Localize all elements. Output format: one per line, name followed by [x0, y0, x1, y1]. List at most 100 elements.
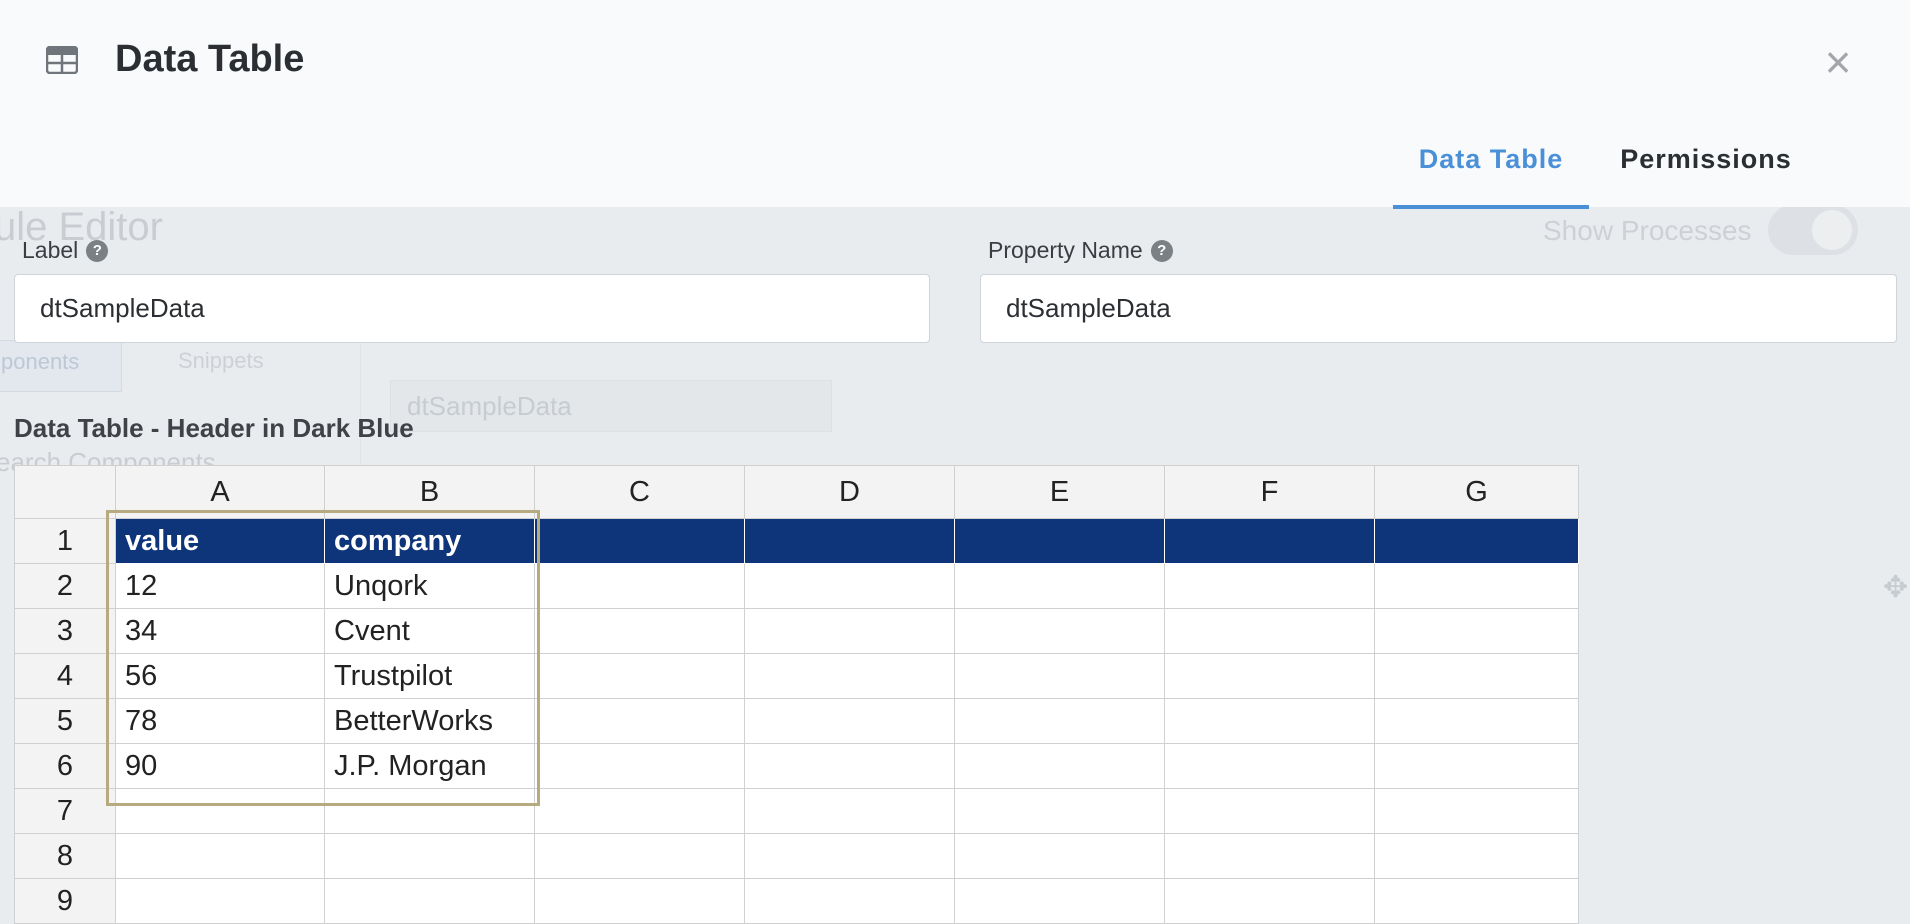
table-cell[interactable] — [744, 653, 955, 699]
table-row: 6 90 J.P. Morgan — [14, 743, 1579, 789]
row-number[interactable]: 6 — [14, 743, 116, 789]
table-cell[interactable] — [1164, 608, 1375, 654]
table-cell[interactable] — [534, 698, 745, 744]
table-cell[interactable] — [1374, 788, 1579, 834]
column-header[interactable]: E — [954, 465, 1165, 519]
column-header[interactable]: G — [1374, 465, 1579, 519]
background-datatable-field: dtSampleData — [390, 380, 832, 432]
table-cell[interactable] — [954, 833, 1165, 879]
table-cell[interactable] — [744, 788, 955, 834]
table-cell[interactable] — [1374, 518, 1579, 564]
table-cell[interactable]: 12 — [115, 563, 325, 609]
table-cell[interactable] — [1374, 563, 1579, 609]
row-number[interactable]: 9 — [14, 878, 116, 924]
tab-data-table[interactable]: Data Table — [1393, 112, 1589, 209]
modal-title: Data Table — [115, 38, 305, 80]
tab-permissions[interactable]: Permissions — [1600, 112, 1812, 207]
background-tab-snippets: Snippets — [178, 348, 264, 373]
table-cell[interactable] — [1374, 878, 1579, 924]
table-row: 4 56 Trustpilot — [14, 653, 1579, 699]
table-cell[interactable] — [534, 743, 745, 789]
table-cell[interactable] — [954, 878, 1165, 924]
table-cell[interactable] — [1164, 698, 1375, 744]
table-cell[interactable] — [744, 518, 955, 564]
table-cell[interactable] — [324, 878, 535, 924]
table-cell[interactable] — [1374, 653, 1579, 699]
column-header[interactable]: D — [744, 465, 955, 519]
row-number[interactable]: 3 — [14, 608, 116, 654]
table-cell[interactable] — [1164, 788, 1375, 834]
table-cell[interactable] — [534, 788, 745, 834]
table-row: 7 — [14, 788, 1579, 834]
table-cell[interactable] — [954, 743, 1165, 789]
table-cell[interactable] — [534, 878, 745, 924]
table-cell[interactable] — [744, 878, 955, 924]
table-cell[interactable]: 34 — [115, 608, 325, 654]
row-number[interactable]: 2 — [14, 563, 116, 609]
background-datatable-field-value: dtSampleData — [407, 391, 572, 421]
background-toggle — [1768, 205, 1858, 255]
table-cell[interactable] — [744, 563, 955, 609]
table-cell[interactable] — [1164, 563, 1375, 609]
table-cell[interactable] — [534, 653, 745, 699]
help-icon[interactable]: ? — [86, 239, 109, 262]
table-cell[interactable] — [1374, 698, 1579, 744]
table-cell[interactable] — [115, 878, 325, 924]
table-cell[interactable] — [534, 518, 745, 564]
table-cell[interactable] — [1374, 833, 1579, 879]
table-cell[interactable] — [954, 563, 1165, 609]
table-cell[interactable] — [115, 788, 325, 834]
table-cell[interactable]: BetterWorks — [324, 698, 535, 744]
table-cell[interactable]: 78 — [115, 698, 325, 744]
help-icon[interactable]: ? — [1150, 239, 1173, 262]
table-cell[interactable] — [1164, 743, 1375, 789]
row-number[interactable]: 8 — [14, 833, 116, 879]
table-cell[interactable]: Unqork — [324, 563, 535, 609]
table-cell[interactable]: value — [115, 518, 325, 564]
table-cell[interactable] — [744, 698, 955, 744]
table-row: 5 78 BetterWorks — [14, 698, 1579, 744]
row-number[interactable]: 7 — [14, 788, 116, 834]
table-cell[interactable] — [954, 653, 1165, 699]
table-cell[interactable] — [954, 788, 1165, 834]
table-row: 2 12 Unqork — [14, 563, 1579, 609]
column-header[interactable]: F — [1164, 465, 1375, 519]
table-cell[interactable] — [954, 518, 1165, 564]
data-table-section-label: Data Table - Header in Dark Blue — [14, 413, 414, 443]
column-header[interactable]: A — [115, 465, 325, 519]
table-cell[interactable] — [1164, 833, 1375, 879]
table-cell[interactable] — [1374, 743, 1579, 789]
table-cell[interactable] — [954, 608, 1165, 654]
table-cell[interactable] — [1164, 878, 1375, 924]
table-cell[interactable]: Trustpilot — [324, 653, 535, 699]
table-cell[interactable] — [744, 833, 955, 879]
row-number[interactable]: 5 — [14, 698, 116, 744]
close-icon[interactable]: × — [1818, 39, 1858, 85]
table-cell[interactable] — [1374, 608, 1579, 654]
label-input[interactable] — [14, 274, 930, 343]
table-cell[interactable] — [324, 788, 535, 834]
row-number[interactable]: 4 — [14, 653, 116, 699]
table-cell[interactable] — [534, 608, 745, 654]
table-cell[interactable]: company — [324, 518, 535, 564]
table-cell[interactable] — [954, 698, 1165, 744]
table-cell[interactable] — [1164, 653, 1375, 699]
table-cell[interactable]: Cvent — [324, 608, 535, 654]
table-cell[interactable]: J.P. Morgan — [324, 743, 535, 789]
column-header[interactable]: B — [324, 465, 535, 519]
label-field-label-text: Label — [22, 237, 79, 263]
label-field-label: Label ? — [22, 237, 109, 264]
column-header[interactable]: C — [534, 465, 745, 519]
table-cell[interactable] — [744, 608, 955, 654]
table-cell[interactable] — [534, 563, 745, 609]
table-cell[interactable]: 56 — [115, 653, 325, 699]
table-cell[interactable]: 90 — [115, 743, 325, 789]
table-cell[interactable] — [324, 833, 535, 879]
table-cell[interactable] — [744, 743, 955, 789]
table-cell[interactable] — [534, 833, 745, 879]
property-name-input[interactable] — [980, 274, 1897, 343]
row-number[interactable]: 1 — [14, 518, 116, 564]
table-cell[interactable] — [1164, 518, 1375, 564]
table-cell[interactable] — [115, 833, 325, 879]
table-row: 9 — [14, 878, 1579, 924]
